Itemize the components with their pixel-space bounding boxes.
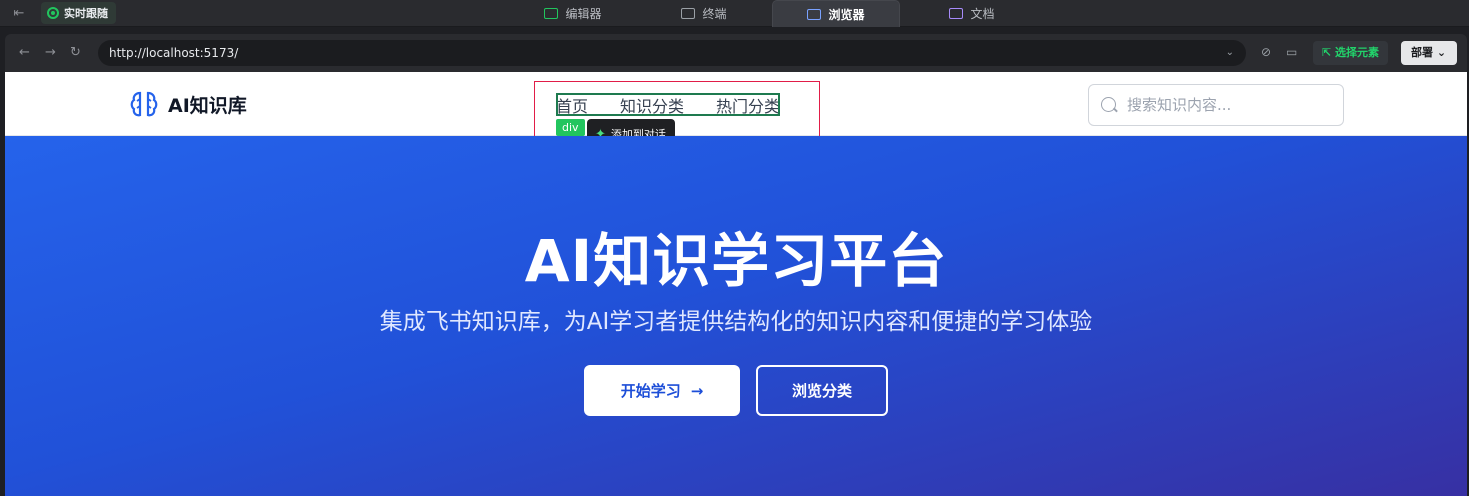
reload-icon[interactable]: ↻ [70,45,81,61]
chevron-down-icon: ⌄ [1436,46,1447,59]
site-logo-text[interactable]: AI知识库 [168,91,247,118]
tab-docs[interactable]: 文档 [944,0,1000,26]
start-learning-label: 开始学习 [620,382,681,400]
tab-terminal-label: 终端 [702,6,727,21]
collapse-sidebar-icon[interactable]: ⇤ [10,5,28,22]
hero-title: AI知识学习平台 [524,227,948,295]
search-box[interactable] [1088,84,1344,126]
back-arrow-icon[interactable]: ← [19,45,30,61]
url-text: http://localhost:5173/ [109,46,239,60]
tab-browser-label: 浏览器 [828,7,865,22]
responsive-view-icon[interactable]: ▭ [1286,45,1297,59]
hero-subtitle: 集成飞书知识库，为AI学习者提供结构化的知识内容和便捷的学习体验 [379,309,1093,335]
site-header: AI知识库 首页 知识分类 热门分类 div ✦ 添加到对话 [5,72,1467,169]
tab-terminal[interactable]: 终端 [672,0,736,26]
tab-browser[interactable]: 浏览器 [772,0,900,27]
ide-top-bar: ⇤ 实时跟随 编辑器 终端 浏览器 文档 [0,0,1469,27]
brain-icon[interactable] [129,89,159,119]
compass-icon[interactable]: ⊘ [1261,45,1271,59]
deploy-label: 部署 [1411,46,1433,59]
pick-element-button[interactable]: ⇱ 选择元素 [1313,41,1389,65]
editor-icon [544,7,559,19]
browser-icon [807,8,822,20]
follow-icon [47,7,59,19]
chevron-down-icon[interactable]: ⌄ [1226,40,1234,66]
search-input[interactable] [1127,93,1332,117]
docs-icon [949,7,964,19]
cursor-icon: ⇱ [1322,46,1336,59]
hero-section: AI知识学习平台 集成飞书知识库，为AI学习者提供结构化的知识内容和便捷的学习体… [5,136,1467,496]
browse-categories-label: 浏览分类 [791,382,852,400]
browser-viewport: AI知识库 首页 知识分类 热门分类 div ✦ 添加到对话 AI知识学习平台 … [5,72,1467,496]
tab-editor-label: 编辑器 [565,6,602,21]
tab-docs-label: 文档 [970,6,995,21]
live-follow-toggle[interactable]: 实时跟随 [41,2,116,24]
follow-label: 实时跟随 [64,7,108,20]
search-icon [1101,97,1116,112]
pick-element-label: 选择元素 [1335,46,1380,59]
browser-address-bar: ← → ↻ http://localhost:5173/ ⌄ ⊘ ▭ ⇱ 选择元… [5,34,1467,72]
terminal-icon [681,7,696,19]
deploy-button[interactable]: 部署 ⌄ [1401,41,1457,65]
start-learning-button[interactable]: 开始学习 → [584,365,740,416]
url-input[interactable]: http://localhost:5173/ ⌄ [98,40,1246,66]
browse-categories-button[interactable]: 浏览分类 [756,365,888,416]
arrow-right-icon: → [690,381,704,400]
tab-editor[interactable]: 编辑器 [533,0,613,26]
forward-arrow-icon[interactable]: → [45,45,56,61]
